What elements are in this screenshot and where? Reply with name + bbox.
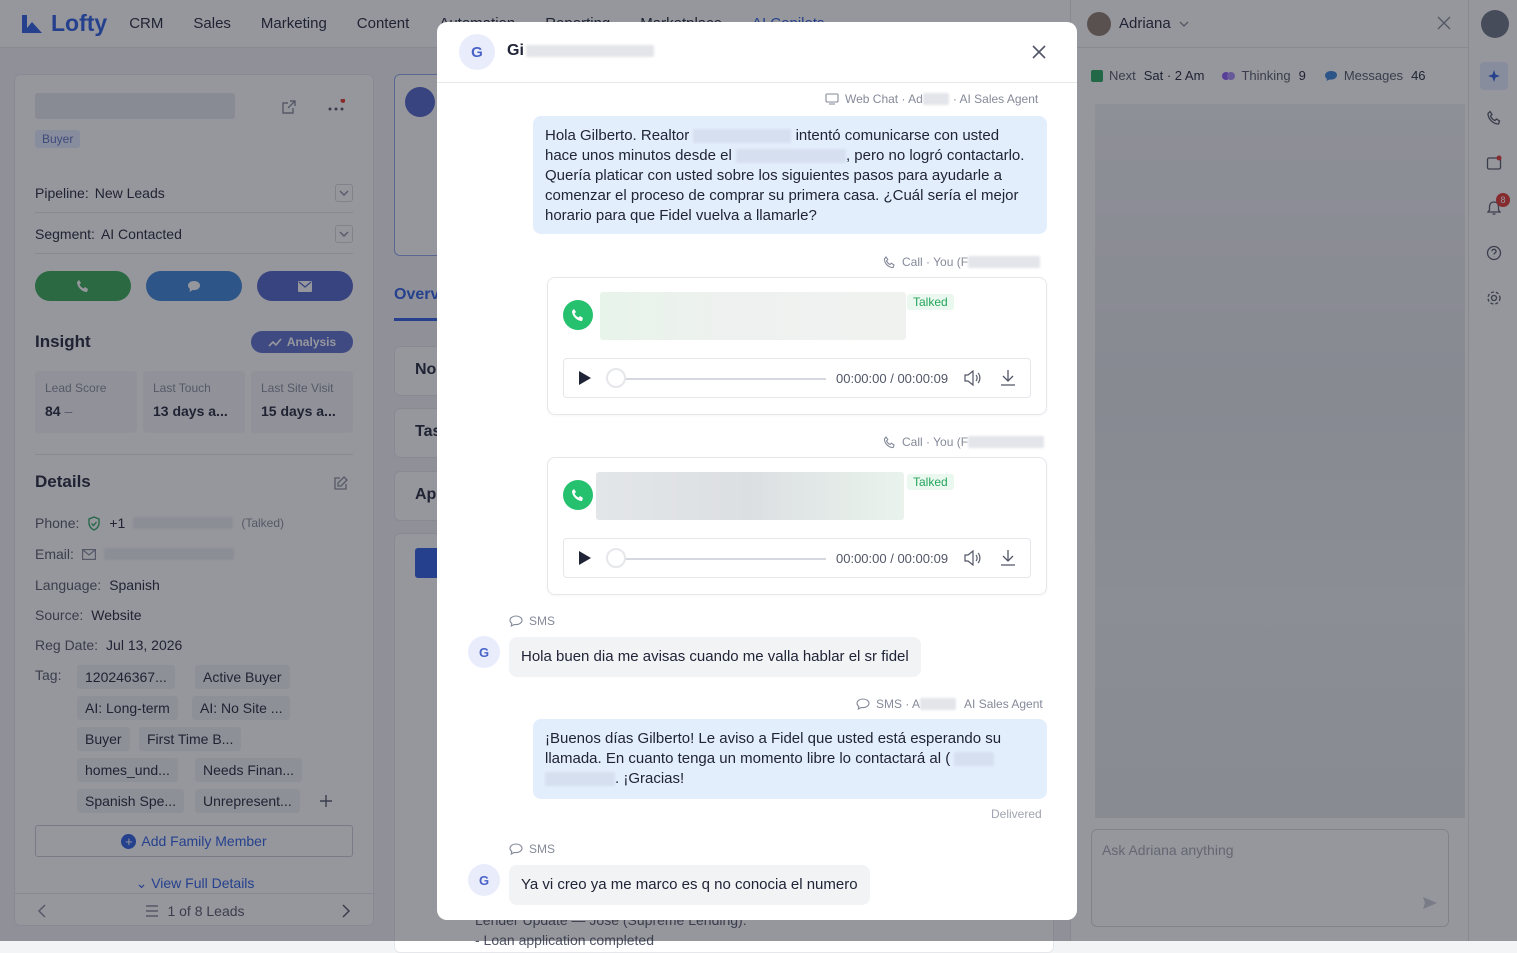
- conversation-modal: G Gi Web Chat · Ad · AI Sales Agent Hola…: [437, 22, 1077, 920]
- sms-meta: SMS · A AI Sales Agent: [856, 697, 1043, 711]
- delivery-status: Delivered: [991, 807, 1042, 821]
- call-status-badge: Talked: [907, 474, 954, 490]
- caller-redacted: [968, 436, 1045, 448]
- call-summary-redacted: [596, 472, 904, 520]
- outgoing-message-bubble: ¡Buenos días Gilberto! Le aviso a Fidel …: [533, 719, 1047, 799]
- web-chat-icon: [825, 93, 839, 105]
- contact-avatar: G: [459, 34, 495, 70]
- audio-time: 00:00:00 / 00:00:09: [836, 551, 949, 566]
- outgoing-message-bubble: Hola Gilberto. Realtor intentó comunicar…: [533, 116, 1047, 234]
- sms-icon: [856, 698, 870, 710]
- call-phone-icon: [563, 480, 593, 510]
- caller-redacted: [968, 256, 1041, 268]
- volume-icon[interactable]: [964, 370, 982, 386]
- sms-meta: SMS: [509, 842, 555, 856]
- phone-redacted: [735, 149, 846, 164]
- incoming-message-bubble: Hola buen dia me avisas cuando me valla …: [509, 637, 921, 677]
- call-recording-card: Talked 00:00:00 / 00:00:09: [547, 457, 1047, 595]
- agent-name-redacted: [922, 93, 949, 105]
- call-meta: Call · You (F: [883, 435, 1045, 449]
- call-recording-card: Talked 00:00:00 / 00:00:09: [547, 277, 1047, 415]
- audio-progress-handle[interactable]: [606, 368, 626, 388]
- close-icon[interactable]: [1031, 44, 1047, 60]
- sms-meta: SMS: [509, 614, 555, 628]
- phone-icon: [883, 255, 895, 268]
- volume-icon[interactable]: [964, 550, 982, 566]
- phone-icon: [883, 435, 895, 448]
- name-redacted: [525, 45, 654, 57]
- audio-progress-track[interactable]: [616, 378, 826, 380]
- audio-time: 00:00:00 / 00:00:09: [836, 371, 949, 386]
- phone-redacted: [954, 752, 995, 767]
- audio-progress-track[interactable]: [616, 558, 826, 560]
- modal-header: G Gi: [437, 22, 1077, 83]
- download-icon[interactable]: [1000, 369, 1016, 387]
- call-status-badge: Talked: [907, 294, 954, 310]
- play-icon[interactable]: [578, 550, 592, 566]
- call-meta: Call · You (F: [883, 255, 1041, 269]
- audio-player: 00:00:00 / 00:00:09: [563, 538, 1031, 578]
- message-meta: Web Chat · Ad · AI Sales Agent: [825, 92, 1038, 106]
- call-phone-icon: [563, 300, 593, 330]
- download-icon[interactable]: [1000, 549, 1016, 567]
- incoming-message-bubble: Ya vi creo ya me marco es q no conocia e…: [509, 865, 870, 905]
- play-icon[interactable]: [578, 370, 592, 386]
- sms-icon: [509, 615, 523, 627]
- phone-redacted: [545, 772, 615, 787]
- agent-name-redacted: [920, 698, 957, 710]
- audio-player: 00:00:00 / 00:00:09: [563, 358, 1031, 398]
- call-summary-redacted: [600, 292, 906, 340]
- contact-name: Gi: [507, 42, 654, 60]
- sms-icon: [509, 843, 523, 855]
- realtor-name-redacted: [693, 129, 792, 144]
- contact-avatar: G: [468, 636, 500, 668]
- contact-avatar: G: [468, 864, 500, 896]
- audio-progress-handle[interactable]: [606, 548, 626, 568]
